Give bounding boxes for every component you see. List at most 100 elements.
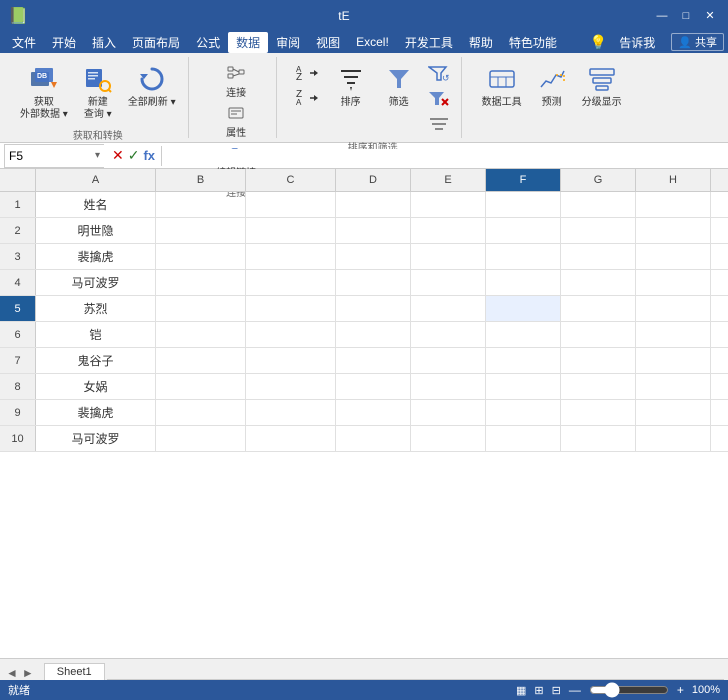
sheet-tab[interactable]: Sheet1	[44, 663, 105, 680]
sort-asc-button[interactable]: A Z	[293, 61, 321, 85]
row-header-9[interactable]: 9	[0, 400, 36, 425]
cell-D9[interactable]	[336, 400, 411, 425]
cell-B1[interactable]	[156, 192, 246, 217]
cell-E10[interactable]	[411, 426, 486, 451]
zoom-in-icon[interactable]: +	[677, 683, 684, 697]
cell-E3[interactable]	[411, 244, 486, 269]
cell-C3[interactable]	[246, 244, 336, 269]
cell-G8[interactable]	[561, 374, 636, 399]
row-header-7[interactable]: 7	[0, 348, 36, 373]
cell-E9[interactable]	[411, 400, 486, 425]
cell-C4[interactable]	[246, 270, 336, 295]
cell-A1[interactable]: 姓名	[36, 192, 156, 217]
cell-G3[interactable]	[561, 244, 636, 269]
connections-button[interactable]: 连接	[213, 61, 259, 100]
cell-D8[interactable]	[336, 374, 411, 399]
cell-G2[interactable]	[561, 218, 636, 243]
cell-A4[interactable]: 马可波罗	[36, 270, 156, 295]
cell-A9[interactable]: 裴擒虎	[36, 400, 156, 425]
cell-H2[interactable]	[636, 218, 711, 243]
cell-C1[interactable]	[246, 192, 336, 217]
sheet-nav-left[interactable]: ◄	[6, 666, 18, 680]
function-icon[interactable]: fx	[143, 148, 155, 163]
new-query-button[interactable]: 新建查询 ▾	[76, 61, 120, 123]
menu-special[interactable]: 特色功能	[501, 32, 565, 53]
cell-H10[interactable]	[636, 426, 711, 451]
col-header-c[interactable]: C	[246, 169, 336, 191]
view-page-icon[interactable]: ⊟	[552, 684, 561, 697]
zoom-slider[interactable]	[589, 682, 669, 698]
cell-F8[interactable]	[486, 374, 561, 399]
row-header-5[interactable]: 5	[0, 296, 36, 321]
cell-H9[interactable]	[636, 400, 711, 425]
cell-G5[interactable]	[561, 296, 636, 321]
menu-formula[interactable]: 公式	[188, 32, 228, 53]
cell-C7[interactable]	[246, 348, 336, 373]
cell-H8[interactable]	[636, 374, 711, 399]
menu-tell-me[interactable]: 告诉我	[611, 32, 663, 53]
cell-E6[interactable]	[411, 322, 486, 347]
menu-excel[interactable]: Excel!	[348, 33, 397, 51]
cell-F4[interactable]	[486, 270, 561, 295]
cell-D4[interactable]	[336, 270, 411, 295]
row-header-8[interactable]: 8	[0, 374, 36, 399]
menu-file[interactable]: 文件	[4, 32, 44, 53]
cell-E7[interactable]	[411, 348, 486, 373]
formula-input[interactable]	[164, 149, 728, 163]
sort-desc-button[interactable]: Z A	[293, 86, 321, 110]
share-button[interactable]: 👤 共享	[671, 33, 724, 51]
outline-button[interactable]: 分级显示	[578, 61, 626, 111]
cell-H5[interactable]	[636, 296, 711, 321]
forecast-button[interactable]: 预测	[530, 61, 574, 111]
cell-H1[interactable]	[636, 192, 711, 217]
cell-B9[interactable]	[156, 400, 246, 425]
cell-B8[interactable]	[156, 374, 246, 399]
col-header-e[interactable]: E	[411, 169, 486, 191]
col-header-g[interactable]: G	[561, 169, 636, 191]
cell-D10[interactable]	[336, 426, 411, 451]
row-header-2[interactable]: 2	[0, 218, 36, 243]
zoom-out-icon[interactable]: —	[569, 683, 581, 697]
row-header-4[interactable]: 4	[0, 270, 36, 295]
col-header-d[interactable]: D	[336, 169, 411, 191]
menu-page-layout[interactable]: 页面布局	[124, 32, 188, 53]
cell-E4[interactable]	[411, 270, 486, 295]
col-header-f[interactable]: F	[486, 169, 561, 191]
cell-B6[interactable]	[156, 322, 246, 347]
cell-D6[interactable]	[336, 322, 411, 347]
cell-G10[interactable]	[561, 426, 636, 451]
cell-D2[interactable]	[336, 218, 411, 243]
menu-developer[interactable]: 开发工具	[397, 32, 461, 53]
sheet-nav-right[interactable]: ►	[22, 666, 34, 680]
cell-F7[interactable]	[486, 348, 561, 373]
cell-D1[interactable]	[336, 192, 411, 217]
cell-F2[interactable]	[486, 218, 561, 243]
cell-G4[interactable]	[561, 270, 636, 295]
col-header-h[interactable]: H	[636, 169, 711, 191]
cell-G6[interactable]	[561, 322, 636, 347]
cell-C9[interactable]	[246, 400, 336, 425]
maximize-button[interactable]: □	[676, 6, 696, 26]
cell-B4[interactable]	[156, 270, 246, 295]
reapply-button[interactable]: ↺	[425, 61, 453, 85]
cell-F1[interactable]	[486, 192, 561, 217]
cell-D3[interactable]	[336, 244, 411, 269]
cell-B5[interactable]	[156, 296, 246, 321]
cell-B7[interactable]	[156, 348, 246, 373]
cell-G9[interactable]	[561, 400, 636, 425]
menu-data[interactable]: 数据	[228, 32, 268, 53]
cell-C6[interactable]	[246, 322, 336, 347]
menu-review[interactable]: 审阅	[268, 32, 308, 53]
cell-A7[interactable]: 鬼谷子	[36, 348, 156, 373]
cell-A6[interactable]: 铠	[36, 322, 156, 347]
filter-button[interactable]: 筛选	[377, 61, 421, 111]
close-button[interactable]: ✕	[700, 6, 720, 26]
menu-start[interactable]: 开始	[44, 32, 84, 53]
sort-button[interactable]: 排序	[329, 61, 373, 111]
row-header-3[interactable]: 3	[0, 244, 36, 269]
cell-E1[interactable]	[411, 192, 486, 217]
cell-F6[interactable]	[486, 322, 561, 347]
row-header-10[interactable]: 10	[0, 426, 36, 451]
cell-D7[interactable]	[336, 348, 411, 373]
col-header-b[interactable]: B	[156, 169, 246, 191]
